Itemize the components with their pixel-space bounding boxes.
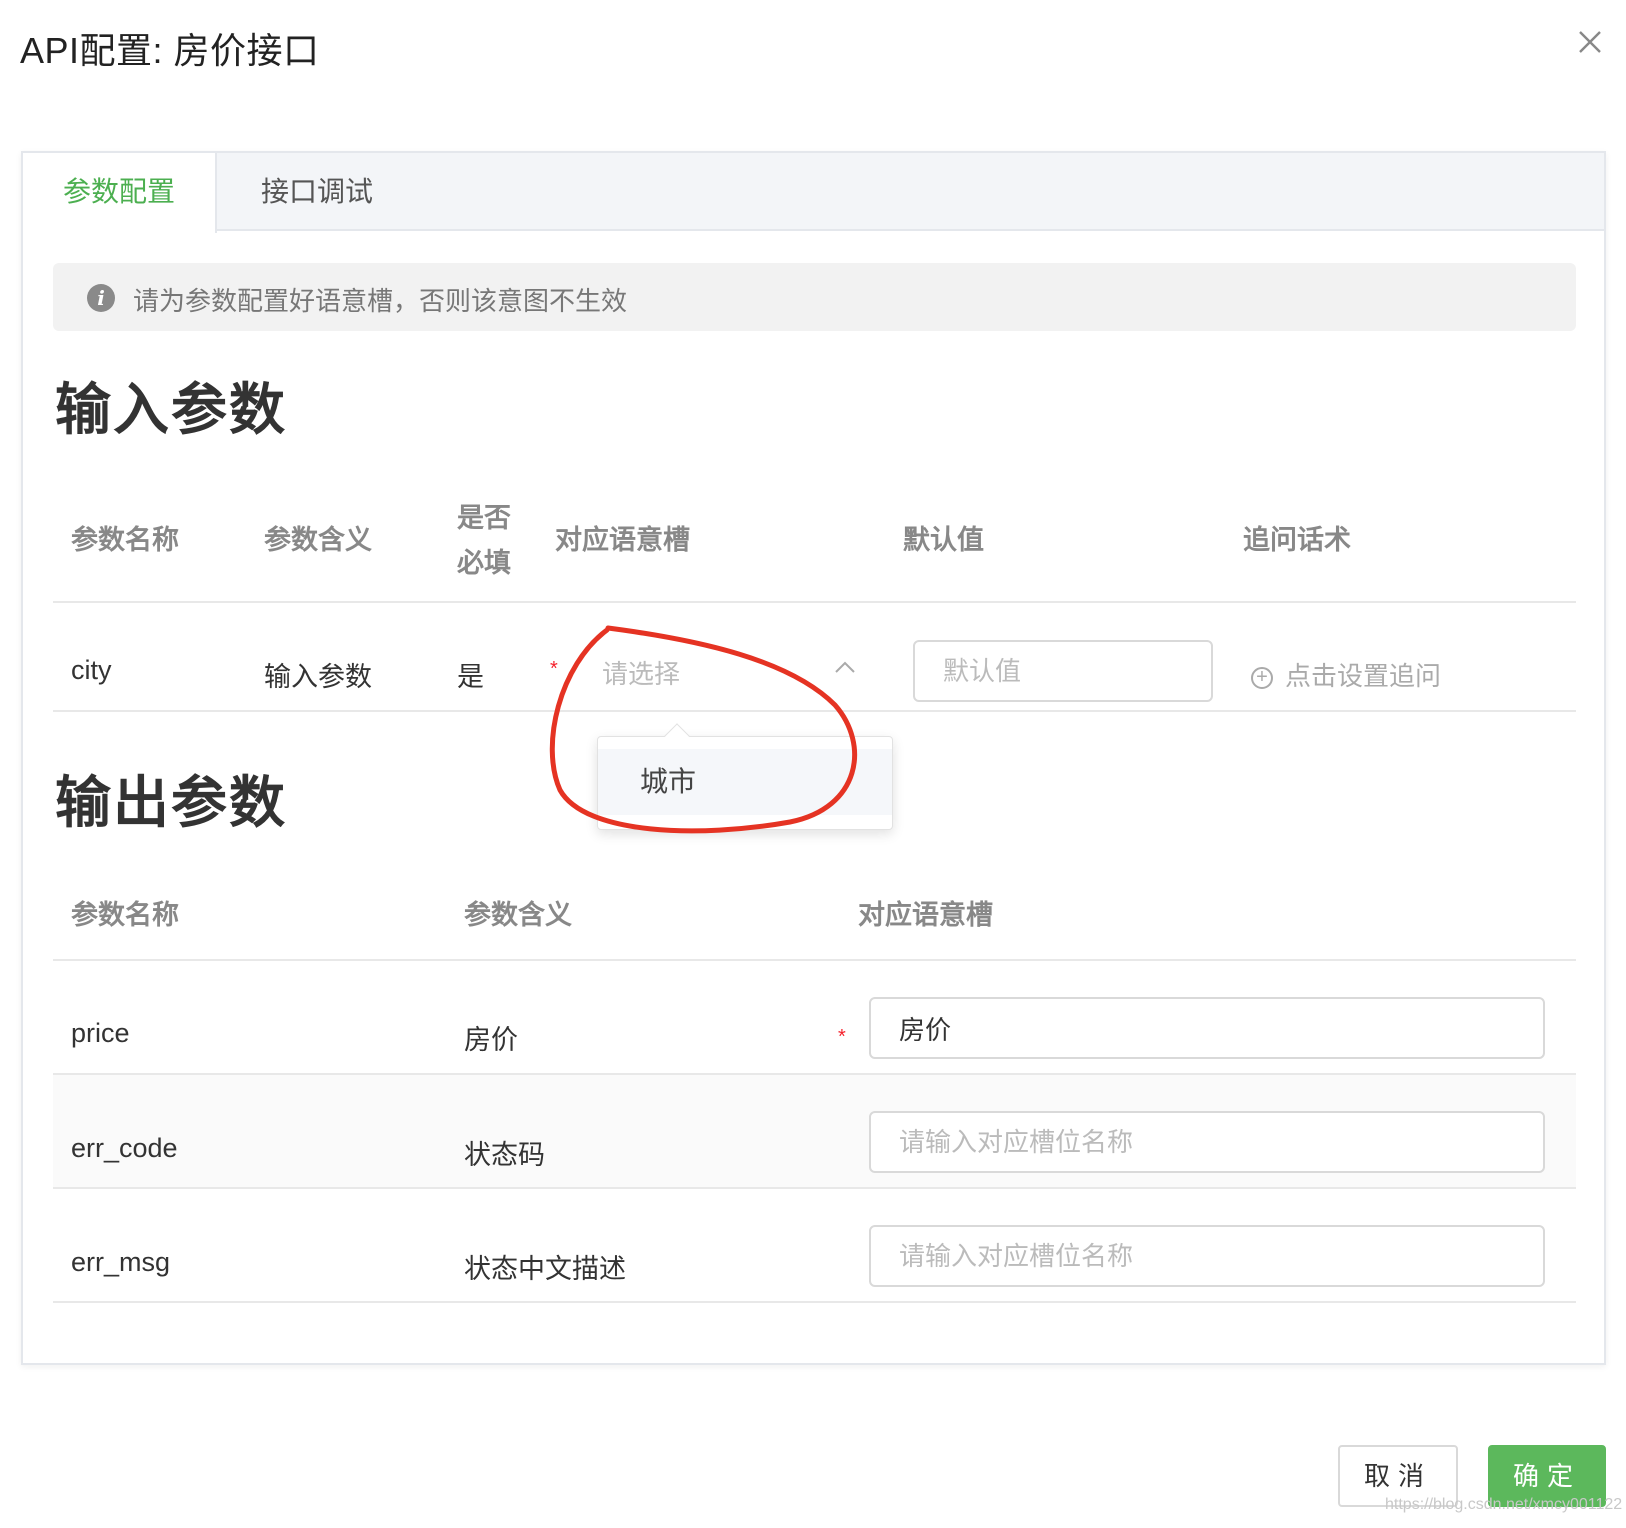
- input-row-divider: [53, 710, 1576, 712]
- add-circle-icon: +: [1251, 667, 1273, 690]
- dropdown-option-city[interactable]: 城市: [598, 749, 892, 815]
- input-header-required-line1: 是否: [457, 503, 511, 533]
- tab-bar: 参数配置 接口调试: [23, 153, 1604, 233]
- close-icon[interactable]: [1572, 24, 1608, 60]
- input-row-meaning: 输入参数: [264, 662, 372, 692]
- output-row-name: price: [71, 1018, 130, 1048]
- output-section-title: 输出参数: [55, 771, 287, 834]
- output-row-divider: [53, 1187, 1576, 1189]
- output-row-name: err_code: [71, 1133, 178, 1163]
- slot-select-placeholder: 请选择: [602, 659, 681, 689]
- output-row-meaning: 房价: [464, 1025, 518, 1055]
- tab-api-debug[interactable]: 接口调试: [219, 153, 415, 231]
- output-header-slot: 对应语意槽: [858, 900, 993, 930]
- chevron-up-icon: [835, 661, 855, 673]
- dropdown-caret: [664, 723, 690, 749]
- slot-select[interactable]: 请选择: [586, 640, 855, 700]
- input-header-followup: 追问话术: [1243, 525, 1351, 555]
- input-header-default: 默认值: [903, 525, 984, 555]
- info-icon: i: [87, 284, 115, 312]
- output-row-divider: [53, 1301, 1576, 1303]
- api-config-dialog: API配置: 房价接口 参数配置 接口调试 i 请为参数配置好语意槽，否则该意图…: [0, 0, 1626, 1528]
- set-followup-label: 点击设置追问: [1285, 661, 1442, 691]
- output-header-name: 参数名称: [71, 900, 179, 930]
- output-header-divider: [53, 959, 1576, 961]
- output-row-meaning: 状态中文描述: [464, 1254, 626, 1284]
- output-row-meaning: 状态码: [464, 1140, 545, 1170]
- input-header-slot: 对应语意槽: [555, 525, 690, 555]
- input-row-required: 是: [457, 662, 484, 692]
- output-row-name: err_msg: [71, 1247, 171, 1277]
- input-header-divider: [53, 601, 1576, 603]
- output-header-meaning: 参数含义: [464, 900, 572, 930]
- input-section-title: 输入参数: [55, 378, 287, 441]
- set-followup-link[interactable]: + 点击设置追问: [1251, 656, 1441, 693]
- required-mark: *: [550, 658, 558, 680]
- default-value-input[interactable]: [913, 640, 1213, 702]
- tab-param-config[interactable]: 参数配置: [23, 153, 217, 233]
- slot-name-input[interactable]: [869, 1225, 1545, 1287]
- slot-name-input[interactable]: [869, 1111, 1545, 1173]
- input-header-meaning: 参数含义: [264, 525, 372, 555]
- slot-dropdown: 城市: [597, 723, 893, 830]
- alert-text: 请为参数配置好语意槽，否则该意图不生效: [133, 286, 628, 316]
- watermark: https://blog.csdn.net/xmcy001122: [1385, 1496, 1623, 1513]
- input-header-required-line2: 必填: [457, 548, 511, 578]
- info-alert: i 请为参数配置好语意槽，否则该意图不生效: [53, 263, 1576, 331]
- input-row-name: city: [71, 655, 112, 685]
- config-card: 参数配置 接口调试 i 请为参数配置好语意槽，否则该意图不生效 输入参数 参数名…: [21, 151, 1606, 1365]
- slot-name-input[interactable]: [869, 997, 1545, 1059]
- input-header-name: 参数名称: [71, 525, 179, 555]
- dialog-title: API配置: 房价接口: [20, 30, 320, 71]
- required-mark: *: [838, 1026, 846, 1048]
